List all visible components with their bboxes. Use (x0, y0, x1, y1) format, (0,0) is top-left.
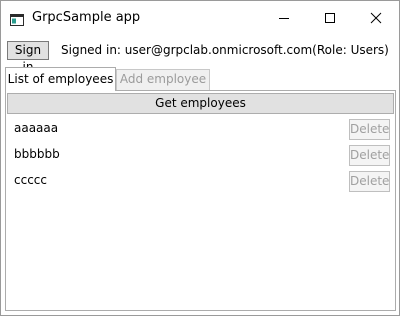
app-window-icon (10, 11, 24, 26)
list-item: ccccc Delete (6, 168, 395, 192)
minimize-icon (279, 17, 289, 19)
sign-in-button[interactable]: Sign in (7, 41, 49, 74)
delete-button[interactable]: Delete (349, 171, 390, 192)
tab-list-of-employees[interactable]: List of employees (5, 67, 116, 91)
get-employees-button[interactable]: Get employees (7, 93, 394, 114)
employees-tab-panel: Get employees aaaaaa Delete bbbbbb Delet… (5, 90, 396, 311)
app-window: GrpcSample app Sign in Signed in: user@g… (0, 0, 400, 316)
title-bar: GrpcSample app (1, 1, 399, 34)
employee-name: bbbbbb (14, 147, 60, 161)
minimize-button[interactable] (261, 1, 307, 34)
list-item: bbbbbb Delete (6, 142, 395, 166)
signed-in-status: Signed in: user@grpclab.onmicrosoft.com(… (61, 43, 389, 57)
maximize-button[interactable] (307, 1, 353, 34)
maximize-icon (325, 12, 335, 23)
delete-button[interactable]: Delete (349, 145, 390, 166)
list-item: aaaaaa Delete (6, 116, 395, 140)
close-button[interactable] (353, 1, 399, 34)
close-icon (370, 12, 382, 23)
employee-name: ccccc (14, 173, 47, 187)
window-title: GrpcSample app (32, 10, 141, 25)
employee-name: aaaaaa (14, 121, 59, 135)
delete-button[interactable]: Delete (349, 119, 390, 140)
tab-add-employee[interactable]: Add employee (116, 69, 210, 90)
